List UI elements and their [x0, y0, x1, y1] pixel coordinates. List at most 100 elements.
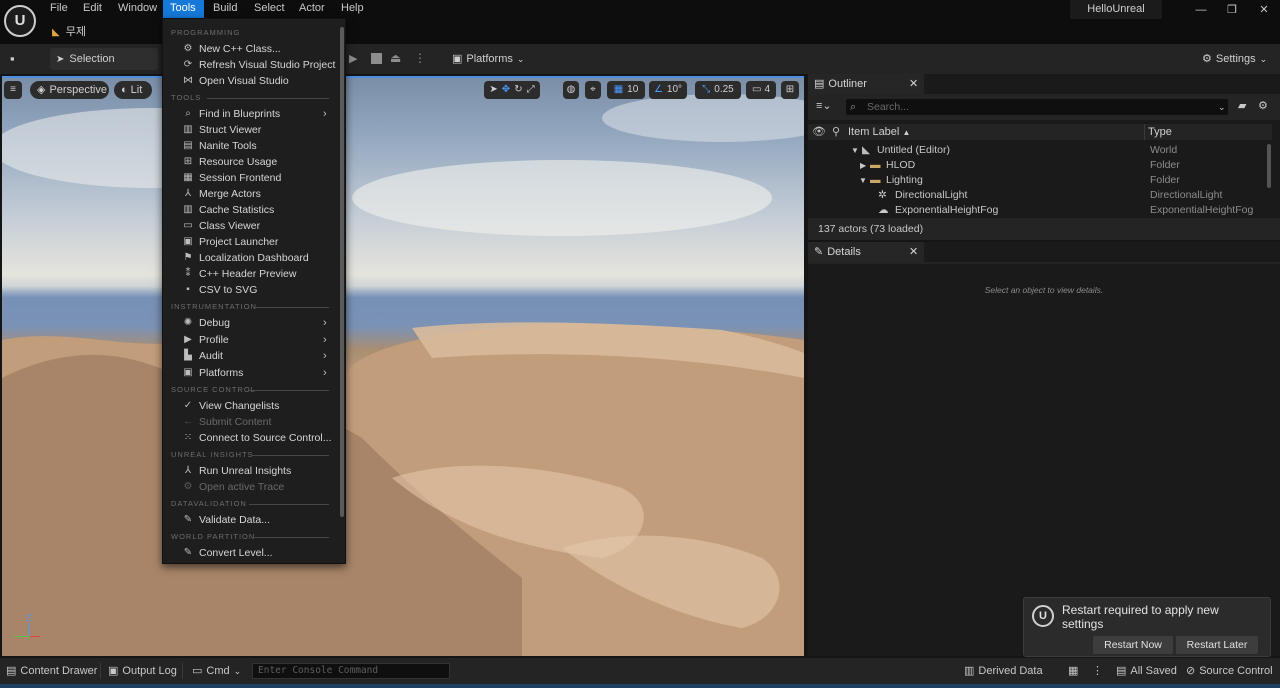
menu-item-class-viewer[interactable]: ▭ Class Viewer	[163, 218, 339, 234]
unreal-logo-icon[interactable]: U	[4, 5, 36, 37]
menu-edit[interactable]: Edit	[76, 0, 109, 18]
outliner-row-hlod[interactable]: ▶ ▬ HLOD Folder	[808, 158, 1272, 173]
details-tab[interactable]: ✎ Details ✕	[808, 242, 924, 262]
column-divider[interactable]	[1144, 124, 1145, 140]
console-command-input[interactable]: Enter Console Command	[252, 663, 450, 679]
all-saved-button[interactable]: ▤ All Saved	[1116, 658, 1177, 684]
menu-build[interactable]: Build	[206, 0, 244, 18]
translate-icon[interactable]: ✥	[502, 84, 510, 95]
menu-item-new-cpp-class[interactable]: ⚙ New C++ Class...	[163, 41, 339, 57]
minimize-icon[interactable]: —	[1191, 3, 1211, 17]
menu-item-localization-dashboard[interactable]: ⚑ Localization Dashboard	[163, 250, 339, 266]
selection-mode-dropdown[interactable]: ➤Selection Mode⌄	[50, 48, 158, 88]
menu-help[interactable]: Help	[334, 0, 371, 18]
tools-dropdown-menu: PROGRAMMING ⚙ New C++ Class... ⟳ Refresh V…	[162, 18, 346, 564]
menu-item-cpp-header-preview[interactable]: ⁑ C++ Header Preview	[163, 266, 339, 282]
restart-later-button[interactable]: Restart Later	[1176, 636, 1258, 654]
row-label: Lighting	[886, 174, 923, 186]
revision-control-icon[interactable]: ▦	[1068, 658, 1078, 684]
menu-item-session-frontend[interactable]: ▦ Session Frontend	[163, 170, 339, 186]
level-tab[interactable]: ◣ 무제	[52, 23, 146, 42]
outliner-tab[interactable]: ▤ Outliner ✕	[808, 74, 924, 94]
expand-arrow-icon[interactable]: ▼	[859, 173, 867, 188]
scale-icon[interactable]: ⤢	[527, 84, 535, 95]
transform-tools[interactable]: ➤ ✥ ↻ ⤢	[484, 81, 540, 99]
menu-item-refresh-vs-project[interactable]: ⟳ Refresh Visual Studio Project	[163, 57, 339, 73]
rotate-icon[interactable]: ↻	[514, 84, 522, 95]
column-type[interactable]: Type	[1148, 124, 1172, 140]
menu-item-audit[interactable]: ▙ Audit ›	[163, 348, 339, 364]
maximize-icon[interactable]: ❐	[1222, 3, 1242, 17]
menu-item-validate-data[interactable]: ✎ Validate Data...	[163, 512, 339, 528]
restart-now-button[interactable]: Restart Now	[1093, 636, 1173, 654]
platforms-dropdown[interactable]: ▣ Platforms ⌄	[446, 48, 528, 70]
menu-window[interactable]: Window	[111, 0, 164, 18]
menu-scrollbar[interactable]	[340, 27, 344, 517]
viewport-layout-icon[interactable]: ⊞	[781, 81, 799, 99]
menu-item-cache-statistics[interactable]: ▥ Cache Statistics	[163, 202, 339, 218]
menu-item-find-in-blueprints[interactable]: ⌕ Find in Blueprints ›	[163, 106, 339, 122]
menu-tools[interactable]: Tools	[163, 0, 204, 18]
collapse-arrow-icon[interactable]: ▶	[860, 158, 866, 173]
menu-item-view-changelists[interactable]: ✓ View Changelists	[163, 398, 339, 414]
expand-arrow-icon[interactable]: ▼	[851, 143, 859, 158]
select-arrow-icon[interactable]: ➤	[489, 84, 497, 95]
more-options-icon[interactable]: ⋮	[414, 51, 426, 65]
cmd-dropdown[interactable]: ▭ Cmd ⌄	[192, 658, 241, 684]
close-icon[interactable]: ✕	[909, 74, 918, 94]
menu-item-open-visual-studio[interactable]: ⋈ Open Visual Studio	[163, 73, 339, 89]
viewport-menu-icon[interactable]: ≡	[4, 81, 22, 99]
chevron-down-icon: ⌄	[1259, 54, 1268, 64]
output-log-button[interactable]: ▣ Output Log	[108, 658, 177, 684]
menu-item-resource-usage[interactable]: ⊞ Resource Usage	[163, 154, 339, 170]
stop-icon[interactable]	[371, 53, 382, 64]
world-space-icon[interactable]: ◍	[563, 81, 579, 99]
surface-snap-icon[interactable]: ⌖	[585, 81, 601, 99]
angle-snap-button[interactable]: ∠ 10°	[649, 81, 687, 99]
close-window-icon[interactable]: ✕	[1254, 3, 1274, 17]
menu-file[interactable]: File	[43, 0, 75, 18]
outliner-scrollbar[interactable]	[1267, 144, 1271, 188]
outliner-search[interactable]: ⌕ Search... ⌄	[846, 99, 1228, 115]
outliner-row-directional-light[interactable]: ✲ DirectionalLight DirectionalLight	[808, 188, 1272, 203]
menu-item-merge-actors[interactable]: ⅄ Merge Actors	[163, 186, 339, 202]
skip-icon[interactable]: ▶	[349, 52, 361, 66]
menu-item-project-launcher[interactable]: ▣ Project Launcher	[163, 234, 339, 250]
outliner-row-world[interactable]: ▼ ◣ Untitled (Editor) World	[808, 143, 1272, 158]
gear-icon[interactable]: ⚙	[1258, 99, 1268, 112]
add-folder-icon[interactable]: ▰	[1238, 99, 1246, 112]
perspective-button[interactable]: ◈ Perspective	[30, 81, 109, 99]
outliner-row-height-fog[interactable]: ☁ ExponentialHeightFog ExponentialHeight…	[808, 203, 1272, 218]
source-control-button[interactable]: ⊘ Source Control	[1186, 658, 1273, 684]
menu-item-debug[interactable]: ✺ Debug ›	[163, 315, 339, 331]
level-viewport[interactable]: ≡ ◈ Perspective ◐ Lit ➤ ✥ ↻ ⤢ ◍ ⌖ ▦ 10 ∠ 10° ⤡ 0…	[2, 76, 804, 656]
outliner-row-lighting[interactable]: ▼ ▬ Lighting Folder	[808, 173, 1272, 188]
menu-item-label: C++ Header Preview	[199, 268, 297, 280]
menu-item-profile[interactable]: ▶ Profile ›	[163, 332, 339, 348]
menu-item-convert-level[interactable]: ✎ Convert Level...	[163, 545, 339, 561]
lit-button[interactable]: ◐ Lit	[114, 81, 152, 99]
angle-snap-value: 10°	[666, 84, 683, 95]
derived-data-button[interactable]: ▥ Derived Data	[964, 658, 1043, 684]
menu-item-connect-source-control[interactable]: ⁙ Connect to Source Control...	[163, 430, 339, 446]
pin-icon[interactable]: ⚲	[832, 125, 840, 138]
content-drawer-button[interactable]: ▤ Content Drawer	[6, 658, 97, 684]
menu-actor[interactable]: Actor	[292, 0, 332, 18]
grid-snap-button[interactable]: ▦ 10	[607, 81, 645, 99]
menu-select[interactable]: Select	[247, 0, 292, 18]
save-icon[interactable]: ▪	[10, 51, 26, 67]
more-options-icon[interactable]: ⋮	[1092, 658, 1103, 684]
camera-speed-button[interactable]: ▭ 4	[746, 81, 776, 99]
filter-icon[interactable]: ≡⌄	[816, 99, 832, 112]
settings-dropdown[interactable]: ⚙ Settings ⌄	[1196, 48, 1268, 70]
menu-item-csv-to-svg[interactable]: ▪ CSV to SVG	[163, 282, 339, 298]
menu-item-platforms[interactable]: ▣ Platforms ›	[163, 365, 339, 381]
column-item-label[interactable]: Item Label ▲	[848, 124, 910, 141]
eject-icon[interactable]: ⏏	[390, 51, 404, 65]
visibility-icon[interactable]: 👁	[812, 125, 826, 138]
menu-item-run-unreal-insights[interactable]: ⅄ Run Unreal Insights	[163, 463, 339, 479]
menu-item-struct-viewer[interactable]: ▥ Struct Viewer	[163, 122, 339, 138]
close-icon[interactable]: ✕	[909, 242, 918, 262]
menu-item-nanite-tools[interactable]: ▤ Nanite Tools	[163, 138, 339, 154]
scale-snap-button[interactable]: ⤡ 0.25	[695, 81, 741, 99]
